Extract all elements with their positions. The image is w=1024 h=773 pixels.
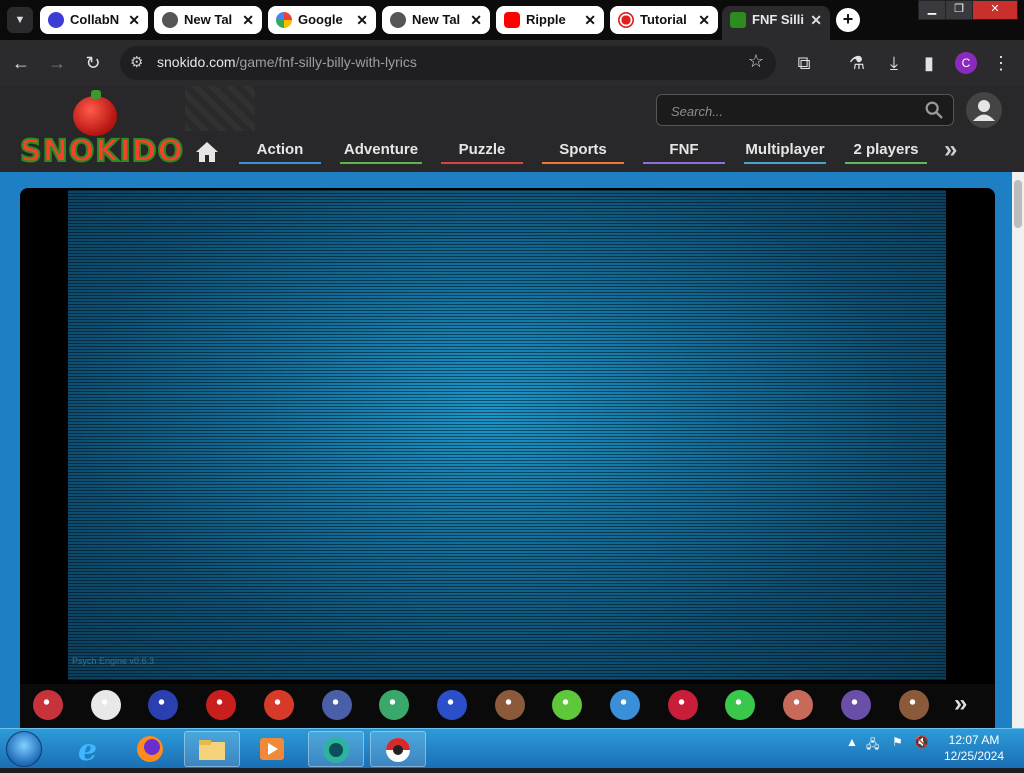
download-icon[interactable]: ⤓ [883,52,905,74]
character-icon-bear[interactable] [494,690,525,720]
globe-icon [162,12,178,28]
youtube-icon [504,12,520,28]
tab-collab[interactable]: CollabN ✕ [40,6,148,34]
tab-tutorial[interactable]: Tutorial ✕ [610,6,718,34]
site-search-box[interactable] [656,94,954,126]
clock-date: 12/25/2024 [943,749,1005,763]
nav-action[interactable]: Action [239,136,321,166]
nav-adventure[interactable]: Adventure [340,136,422,166]
site-search-input[interactable] [669,101,913,121]
character-icon-ghost[interactable] [840,690,871,720]
page-scrollbar[interactable] [1012,172,1024,728]
character-icon-shaggy[interactable] [321,690,352,720]
chevron-down-icon: ▼ [14,14,26,26]
extensions-icon[interactable]: ⧉ [793,52,815,74]
character-icon-tankman[interactable] [379,690,410,720]
nav-fnf[interactable]: FNF [643,136,725,166]
character-icon-demon[interactable] [667,690,698,720]
search-icon[interactable] [923,99,945,121]
record-icon [618,12,634,28]
internet-explorer-icon[interactable]: e [62,731,118,768]
nav-puzzle[interactable]: Puzzle [441,136,523,166]
side-panel-icon[interactable]: ▮ [918,52,940,74]
close-icon[interactable]: ✕ [584,6,596,34]
google-icon [276,12,292,28]
action-center-flag-icon[interactable]: ⚑ [892,735,903,749]
tab-search-button[interactable]: ▼ [7,7,33,33]
tomato-mascot-icon [73,90,117,136]
file-explorer-icon[interactable] [184,731,240,767]
user-icon [973,100,995,121]
character-icon-boyfriend[interactable] [33,690,63,720]
close-icon[interactable]: ✕ [810,6,822,34]
user-account-button[interactable] [966,92,1002,128]
clock-time: 12:07 AM [948,733,1000,747]
new-tab-button[interactable]: + [836,8,860,32]
restore-button[interactable]: ❐ [945,0,973,20]
volume-muted-icon[interactable]: 🔇 [914,735,929,749]
start-button[interactable] [6,731,42,767]
globe-icon [390,12,406,28]
reload-icon[interactable]: ↻ [82,52,104,74]
character-icon-monster[interactable] [783,690,814,720]
firefox-icon[interactable] [122,731,178,767]
close-icon[interactable]: ✕ [356,6,368,34]
tab-new-tab-1[interactable]: New Tal ✕ [154,6,262,34]
forward-arrow-icon[interactable]: → [46,52,68,74]
close-icon[interactable]: ✕ [470,6,482,34]
game-version-text: Psych Engine v0.6.3 [72,656,155,666]
character-icon-cuphead[interactable] [90,690,121,720]
search-icon [48,12,64,28]
home-icon[interactable] [195,141,219,163]
network-icon[interactable]: 🖧 [866,735,879,756]
site-info-icon[interactable]: ⚙ [130,53,143,71]
character-icon-mario[interactable] [263,690,294,720]
profile-avatar[interactable]: C [955,52,977,74]
minimize-button[interactable]: ▁ [918,0,946,20]
address-bar[interactable]: ⚙ snokido.com/game/fnf-silly-billy-with-… [120,46,776,80]
chrome-app-icon[interactable] [370,731,426,767]
menu-dots-icon[interactable]: ⋮ [990,52,1012,74]
nav-more-chevrons-icon[interactable]: » [944,138,968,162]
snokido-icon [730,12,746,28]
close-icon[interactable]: ✕ [128,6,140,34]
nav-multiplayer[interactable]: Multiplayer [744,136,826,166]
nav-2-players[interactable]: 2 players [845,136,927,166]
taskbar-clock[interactable]: 12:07 AM 12/25/2024 [936,732,1012,764]
svg-text:e: e [78,733,97,767]
character-icon-soldier[interactable] [610,690,640,720]
app-icon-teal[interactable] [308,731,364,767]
character-icon-impostor[interactable] [206,690,237,720]
character-icon-sonic[interactable] [436,690,467,720]
character-strip-more-icon[interactable]: » [954,692,967,716]
site-header: SNOKIDO Action Adventure Puzzle Sports F… [0,86,1024,172]
close-icon[interactable]: ✕ [242,6,254,34]
browser-tab-strip: ▼ CollabN ✕ New Tal ✕ Google ✕ New Tal ✕… [0,0,1024,40]
labs-flask-icon[interactable]: ⚗ [846,52,868,74]
back-arrow-icon[interactable]: ← [10,52,32,74]
snokido-logo[interactable]: SNOKIDO [18,90,184,170]
show-hidden-icons-icon[interactable]: ▲ [846,735,858,749]
close-icon[interactable]: ✕ [698,6,710,34]
browser-toolbar: ← → ↻ ⚙ snokido.com/game/fnf-silly-billy… [0,40,1024,86]
tab-ripple[interactable]: Ripple ✕ [496,6,604,34]
tab-google[interactable]: Google ✕ [268,6,376,34]
window-close-button[interactable]: ✕ [972,0,1018,20]
header-pattern [185,86,255,131]
tab-fnf-silly-billy[interactable]: FNF Silli ✕ [722,6,830,40]
tab-new-tab-2[interactable]: New Tal ✕ [382,6,490,34]
nav-sports[interactable]: Sports [542,136,624,166]
scrollbar-thumb[interactable] [1014,180,1022,228]
game-canvas[interactable] [68,190,946,680]
character-icon-human[interactable] [898,690,929,720]
media-player-icon[interactable] [244,731,300,767]
windows-taskbar: e ▲ 🖧 ⚑ 🔇 [0,728,1024,768]
bookmark-star-icon[interactable]: ☆ [748,51,764,72]
address-url[interactable]: snokido.com/game/fnf-silly-billy-with-ly… [157,54,417,70]
